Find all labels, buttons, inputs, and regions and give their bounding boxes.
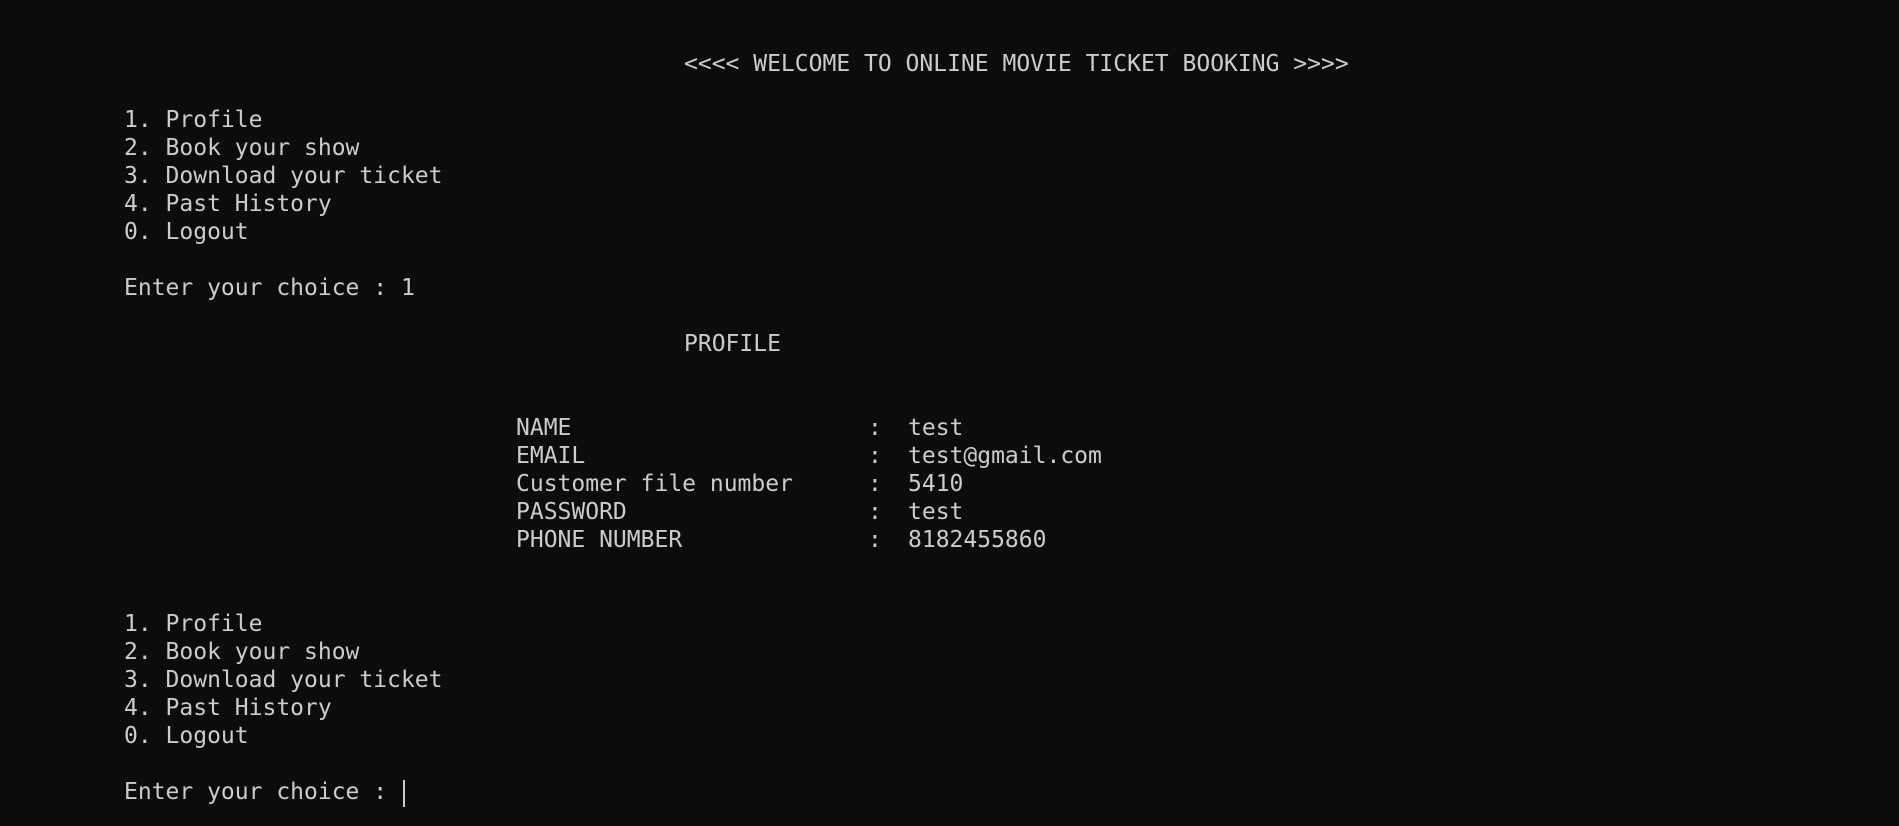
choice-prompt-input[interactable]: Enter your choice : — [124, 778, 401, 806]
profile-value-password: test — [908, 499, 964, 525]
menu-item-past-history: 4. Past History — [124, 695, 332, 721]
profile-separator: : — [868, 471, 882, 497]
profile-separator: : — [868, 415, 882, 441]
profile-separator: : — [868, 499, 882, 525]
menu-item-download-ticket: 3. Download your ticket — [124, 163, 443, 189]
profile-label-name: NAME — [516, 415, 572, 441]
menu-item-book-show: 2. Book your show — [124, 639, 360, 665]
menu-item-profile: 1. Profile — [124, 107, 263, 133]
profile-label-password: PASSWORD — [516, 499, 627, 525]
profile-separator: : — [868, 443, 882, 469]
profile-label-phone-number: PHONE NUMBER — [516, 527, 683, 553]
terminal-window[interactable]: <<<< WELCOME TO ONLINE MOVIE TICKET BOOK… — [0, 0, 1899, 826]
menu-item-download-ticket: 3. Download your ticket — [124, 667, 443, 693]
profile-separator: : — [868, 527, 882, 553]
profile-value-customer-file-number: 5410 — [908, 471, 964, 497]
menu-item-book-show: 2. Book your show — [124, 135, 360, 161]
profile-title: PROFILE — [684, 331, 781, 357]
welcome-banner: <<<< WELCOME TO ONLINE MOVIE TICKET BOOK… — [684, 51, 1349, 77]
menu-item-logout: 0. Logout — [124, 723, 249, 749]
profile-value-name: test — [908, 415, 964, 441]
profile-label-email: EMAIL — [516, 443, 586, 469]
menu-item-past-history: 4. Past History — [124, 191, 332, 217]
profile-value-phone-number: 8182455860 — [908, 527, 1047, 553]
profile-value-email: test@gmail.com — [908, 443, 1102, 469]
choice-prompt: Enter your choice : 1 — [124, 275, 415, 301]
menu-item-profile: 1. Profile — [124, 611, 263, 637]
profile-label-customer-file-number: Customer file number — [516, 471, 793, 497]
text-cursor — [403, 780, 405, 807]
menu-item-logout: 0. Logout — [124, 219, 249, 245]
